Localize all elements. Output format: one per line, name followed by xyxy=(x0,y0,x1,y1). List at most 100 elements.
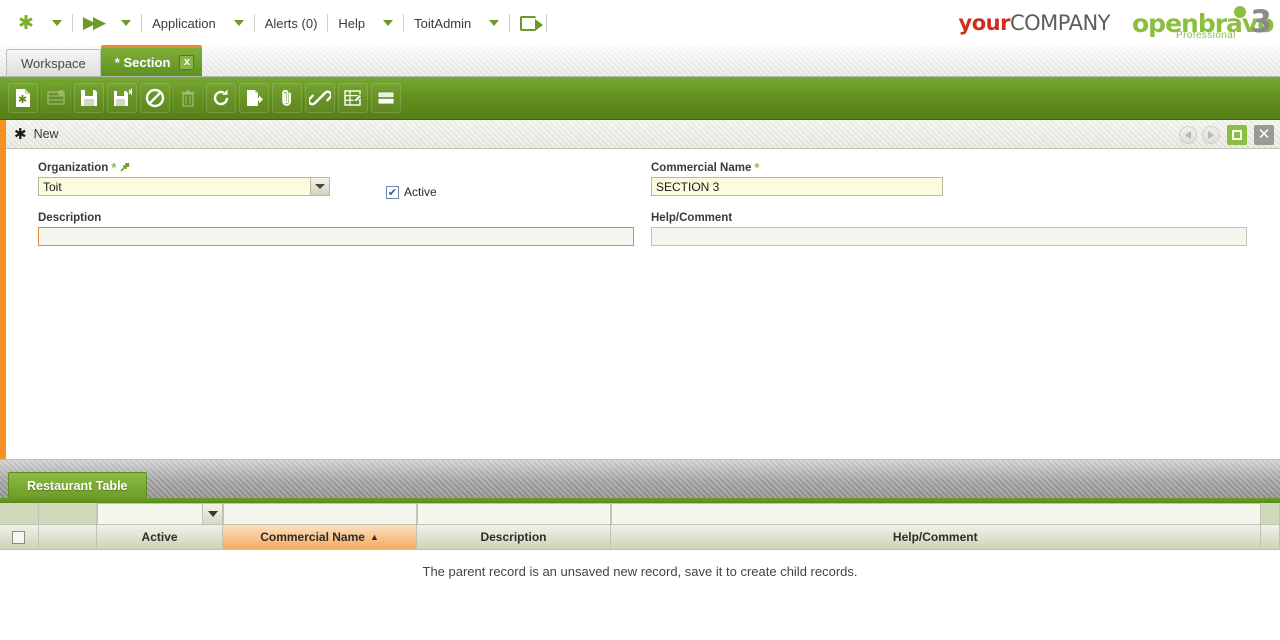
description-input[interactable] xyxy=(38,227,634,246)
grid-header-active-label: Active xyxy=(141,530,178,544)
grid-header-description[interactable]: Description xyxy=(417,525,611,550)
close-form-button[interactable]: ✕ xyxy=(1254,124,1274,145)
chevron-right-icon xyxy=(1208,130,1214,139)
asterisk-icon: ✱ xyxy=(18,11,34,34)
grid-filter-row xyxy=(0,503,1280,525)
new-record-in-form-button[interactable]: ✱ xyxy=(8,83,38,113)
form-column-left: Organization * ✔ Active xyxy=(38,161,642,256)
organization-combo[interactable] xyxy=(38,177,330,196)
select-all-checkbox[interactable] xyxy=(12,530,26,544)
active-label: Active xyxy=(404,185,437,199)
logout-icon xyxy=(520,15,544,31)
field-description: Description xyxy=(38,212,642,246)
openbravo-registered-dot-icon xyxy=(1234,6,1246,18)
field-commercial-name: Commercial Name * xyxy=(651,161,1255,196)
save-button[interactable] xyxy=(74,83,104,113)
filter-cell-end xyxy=(1260,503,1280,525)
nav-divider xyxy=(327,14,329,32)
chevron-down-icon[interactable] xyxy=(202,504,223,524)
nav-divider xyxy=(546,14,548,32)
link-reference-icon xyxy=(120,163,130,172)
grid-header-row: Active Commercial Name ▲ Description Hel… xyxy=(0,525,1280,550)
delete-button xyxy=(173,83,203,113)
attachment-button[interactable] xyxy=(272,83,302,113)
tab-workspace-label: Workspace xyxy=(21,55,86,71)
new-document-icon: ✱ xyxy=(16,89,30,107)
close-icon[interactable]: x xyxy=(179,54,195,70)
menu-item-application[interactable]: Application xyxy=(144,0,224,46)
commercial-name-input[interactable] xyxy=(651,177,943,196)
menu-item-help[interactable]: Help xyxy=(330,0,373,46)
logout-button[interactable] xyxy=(512,0,544,46)
fast-forward-dropdown[interactable] xyxy=(111,0,139,46)
grid-header-help-comment[interactable]: Help/Comment xyxy=(610,525,1261,550)
child-tab-restaurant-table[interactable]: Restaurant Table xyxy=(8,472,147,498)
filter-description[interactable] xyxy=(417,503,612,525)
grid-header-active[interactable]: Active xyxy=(97,525,224,550)
form-header-controls: ✕ xyxy=(1179,120,1274,149)
form-fields: Organization * ✔ Active xyxy=(6,149,1280,246)
export-button[interactable] xyxy=(239,83,269,113)
child-tab-label: Restaurant Table xyxy=(27,478,128,493)
cancel-button[interactable] xyxy=(140,83,170,113)
chevron-down-icon xyxy=(233,20,244,26)
company-logo-company: COMPANY xyxy=(1009,10,1111,35)
grid-header-help-comment-label: Help/Comment xyxy=(892,530,978,544)
chain-link-icon xyxy=(309,90,331,106)
tab-workspace[interactable]: Workspace xyxy=(6,49,101,76)
svg-text:✱: ✱ xyxy=(128,88,132,98)
grid-select-all-cell[interactable] xyxy=(0,525,39,550)
chevron-down-icon xyxy=(121,20,132,26)
help-comment-input[interactable] xyxy=(651,227,1247,246)
app-logo-dropdown[interactable] xyxy=(42,0,70,46)
menu-item-alerts[interactable]: Alerts (0) xyxy=(257,0,326,46)
maximize-form-button[interactable] xyxy=(1227,124,1247,145)
app-logo-icon[interactable]: ✱ xyxy=(10,0,42,46)
help-dropdown[interactable] xyxy=(373,0,401,46)
grid-header-commercial-name-label: Commercial Name xyxy=(260,530,365,544)
cancel-icon xyxy=(145,88,165,108)
filter-commercial-name[interactable] xyxy=(223,503,418,525)
company-logo-your: your xyxy=(958,10,1011,35)
help-comment-label-text: Help/Comment xyxy=(651,212,733,224)
company-logo: yourCOMPANY xyxy=(958,10,1111,36)
nav-divider xyxy=(141,14,143,32)
active-checkbox[interactable]: ✔ xyxy=(386,185,399,199)
fast-forward-button[interactable]: ▶▶ xyxy=(75,0,111,46)
tab-section-label: * Section xyxy=(114,54,171,70)
grid-header-commercial-name[interactable]: Commercial Name ▲ xyxy=(223,525,418,550)
organization-label-text: Organization xyxy=(38,161,109,174)
logo-area: yourCOMPANY openbravo 3 Professional xyxy=(958,0,1275,46)
maximize-icon xyxy=(1232,129,1242,140)
nav-divider xyxy=(403,14,405,32)
organization-input[interactable] xyxy=(38,177,330,196)
nav-divider xyxy=(71,14,73,32)
grid-form-view-icon xyxy=(377,91,395,105)
nav-divider xyxy=(253,14,255,32)
tab-section[interactable]: * Section x xyxy=(100,45,203,76)
menu-item-user[interactable]: ToitAdmin xyxy=(406,0,479,46)
link-button[interactable] xyxy=(305,83,335,113)
openbravo-logo-version: 3 xyxy=(1250,4,1272,40)
next-record-button xyxy=(1202,125,1220,144)
sort-ascending-icon: ▲ xyxy=(369,532,379,542)
filter-cell-select xyxy=(0,503,39,525)
asterisk-icon: ✱ xyxy=(14,124,27,143)
commercial-name-label-text: Commercial Name xyxy=(651,161,752,174)
refresh-button[interactable] xyxy=(206,83,236,113)
field-help-comment: Help/Comment xyxy=(651,212,1255,246)
filter-help-comment[interactable] xyxy=(611,503,1261,525)
chevron-down-icon xyxy=(383,20,394,26)
audit-button[interactable] xyxy=(338,83,368,113)
application-dropdown[interactable] xyxy=(224,0,252,46)
view-mode-button[interactable] xyxy=(371,83,401,113)
field-organization: Organization * xyxy=(38,161,642,196)
user-dropdown[interactable] xyxy=(479,0,507,46)
save-and-new-button[interactable]: ✱ xyxy=(107,83,137,113)
nav-divider xyxy=(509,14,511,32)
form-title: New xyxy=(33,127,59,141)
chevron-down-icon[interactable] xyxy=(310,178,329,195)
svg-text:✱: ✱ xyxy=(18,93,27,106)
top-navigation-bar: ✱ ▶▶ Application Alerts (0) Help ToitAdm… xyxy=(0,0,1280,46)
filter-active[interactable] xyxy=(97,503,224,525)
